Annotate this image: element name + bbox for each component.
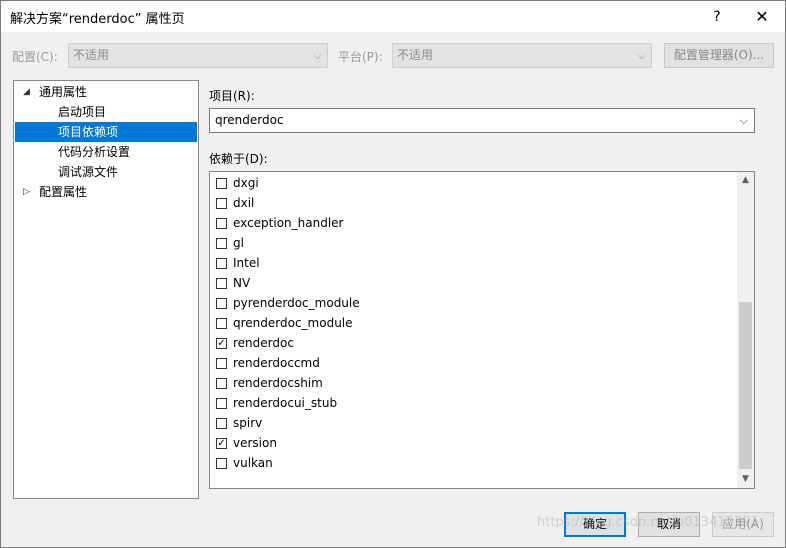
list-item[interactable]: ✓ version — [216, 433, 716, 453]
config-combo-value: 不适用 — [73, 48, 110, 62]
platform-combo-value: 不适用 — [397, 48, 434, 62]
property-pages-dialog: 解决方案“renderdoc” 属性页 ? ✕ 配置(C): 不适用 ⌵ 平台(… — [0, 0, 786, 548]
tree-item-label: 启动项目 — [58, 105, 107, 119]
collapsed-caret-icon[interactable]: ▷ — [23, 182, 30, 202]
list-item[interactable]: renderdoccmd — [216, 353, 716, 373]
scroll-down-icon[interactable]: ▼ — [737, 471, 754, 488]
dependency-checkbox[interactable] — [216, 297, 227, 309]
list-item[interactable]: renderdocshim — [216, 373, 716, 393]
vertical-scrollbar[interactable]: ▲ ▼ — [737, 172, 754, 488]
tree-item[interactable]: 项目依赖项 — [15, 122, 197, 142]
expanded-caret-icon[interactable]: ◢ — [23, 82, 30, 102]
dependency-label: pyrenderdoc_module — [233, 296, 360, 310]
list-item[interactable]: Intel — [216, 253, 716, 273]
project-label: 项目(R): — [209, 89, 255, 103]
dependency-label: renderdocshim — [233, 376, 323, 390]
dependency-checkbox[interactable] — [216, 197, 227, 209]
chevron-down-icon: ⌵ — [739, 114, 748, 127]
dependency-label: spirv — [233, 416, 263, 430]
tree-item-label: 配置属性 — [39, 185, 88, 199]
cancel-button[interactable]: 取消 — [638, 512, 700, 537]
dependency-checkbox[interactable] — [216, 397, 227, 409]
window-title: 解决方案“renderdoc” 属性页 — [10, 12, 185, 27]
project-combo-value: qrenderdoc — [215, 113, 284, 127]
list-item[interactable]: renderdocui_stub — [216, 393, 716, 413]
close-icon: ✕ — [755, 7, 769, 26]
dependency-checkbox[interactable] — [216, 177, 227, 189]
dependency-label: Intel — [233, 256, 260, 270]
list-item[interactable]: NV — [216, 273, 716, 293]
list-item[interactable]: vulkan — [216, 453, 716, 473]
tree-item-label: 代码分析设置 — [58, 145, 131, 159]
dependency-label: NV — [233, 276, 251, 290]
dependency-label: vulkan — [233, 456, 273, 470]
tree-item[interactable]: ◢ 通用属性 — [15, 82, 197, 102]
dependency-label: renderdoccmd — [233, 356, 320, 370]
help-button[interactable]: ? — [694, 1, 740, 32]
tree-item[interactable]: 代码分析设置 — [15, 142, 197, 162]
config-combo[interactable]: 不适用 ⌵ — [68, 43, 328, 68]
dependency-checkbox[interactable] — [216, 417, 227, 429]
dependency-checkbox[interactable] — [216, 277, 227, 289]
dependency-checkbox[interactable] — [216, 357, 227, 369]
depends-label: 依赖于(D): — [209, 152, 268, 166]
dependency-label: exception_handler — [233, 216, 344, 230]
dependency-label: renderdoc — [233, 336, 294, 350]
list-item[interactable]: pyrenderdoc_module — [216, 293, 716, 313]
tree-item-label: 项目依赖项 — [58, 125, 119, 139]
property-tree: ◢ 通用属性启动项目项目依赖项代码分析设置 调试源文件 ▷ 配置属性 — [13, 80, 199, 499]
dependency-checkbox[interactable] — [216, 457, 227, 469]
chevron-down-icon: ⌵ — [313, 49, 322, 62]
dependency-label: dxil — [233, 196, 255, 210]
scroll-up-icon[interactable]: ▲ — [737, 172, 754, 189]
apply-button[interactable]: 应用(A) — [712, 512, 774, 537]
dependency-checkbox[interactable] — [216, 377, 227, 389]
dependency-label: qrenderdoc_module — [233, 316, 353, 330]
list-item[interactable]: dxil — [216, 193, 716, 213]
dependency-label: renderdocui_stub — [233, 396, 338, 410]
config-manager-button[interactable]: 配置管理器(O)... — [664, 43, 774, 68]
platform-label: 平台(P): — [338, 50, 383, 64]
dependency-checkbox[interactable] — [216, 237, 227, 249]
scrollbar-thumb[interactable] — [739, 302, 752, 469]
chevron-down-icon: ⌵ — [637, 49, 646, 62]
config-label: 配置(C): — [12, 50, 58, 64]
ok-button[interactable]: 确定 — [564, 512, 626, 537]
list-item[interactable]: dxgi — [216, 173, 716, 193]
dependency-checkbox[interactable]: ✓ — [216, 337, 227, 349]
platform-combo[interactable]: 不适用 ⌵ — [392, 43, 652, 68]
title-bar: 解决方案“renderdoc” 属性页 ? ✕ — [1, 1, 785, 32]
dependency-checkbox[interactable] — [216, 317, 227, 329]
depends-list-items: dxgi dxil exception_handlergl Intel NV pyrend… — [210, 172, 737, 488]
list-item[interactable]: gl — [216, 233, 716, 253]
list-item[interactable]: exception_handler — [216, 213, 716, 233]
dependency-checkbox[interactable]: ✓ — [216, 437, 227, 449]
close-button[interactable]: ✕ — [739, 1, 785, 32]
list-item[interactable]: spirv — [216, 413, 716, 433]
tree-item[interactable]: ▷ 配置属性 — [15, 182, 197, 202]
dependency-label: version — [233, 436, 277, 450]
dependency-label: dxgi — [233, 176, 259, 190]
list-item[interactable]: qrenderdoc_module — [216, 313, 716, 333]
dependency-label: gl — [233, 236, 244, 250]
tree-item[interactable]: 调试源文件 — [15, 162, 197, 182]
project-combo[interactable]: qrenderdoc ⌵ — [209, 108, 755, 133]
help-icon: ? — [713, 8, 721, 25]
depends-list: dxgi dxil exception_handlergl Intel NV pyrend… — [209, 171, 755, 489]
tree-item-label: 通用属性 — [39, 85, 88, 99]
tree-item-label: 调试源文件 — [58, 165, 119, 179]
dependency-checkbox[interactable] — [216, 217, 227, 229]
dependency-checkbox[interactable] — [216, 257, 227, 269]
list-item[interactable]: ✓ renderdoc — [216, 333, 716, 353]
tree-item[interactable]: 启动项目 — [15, 102, 197, 122]
